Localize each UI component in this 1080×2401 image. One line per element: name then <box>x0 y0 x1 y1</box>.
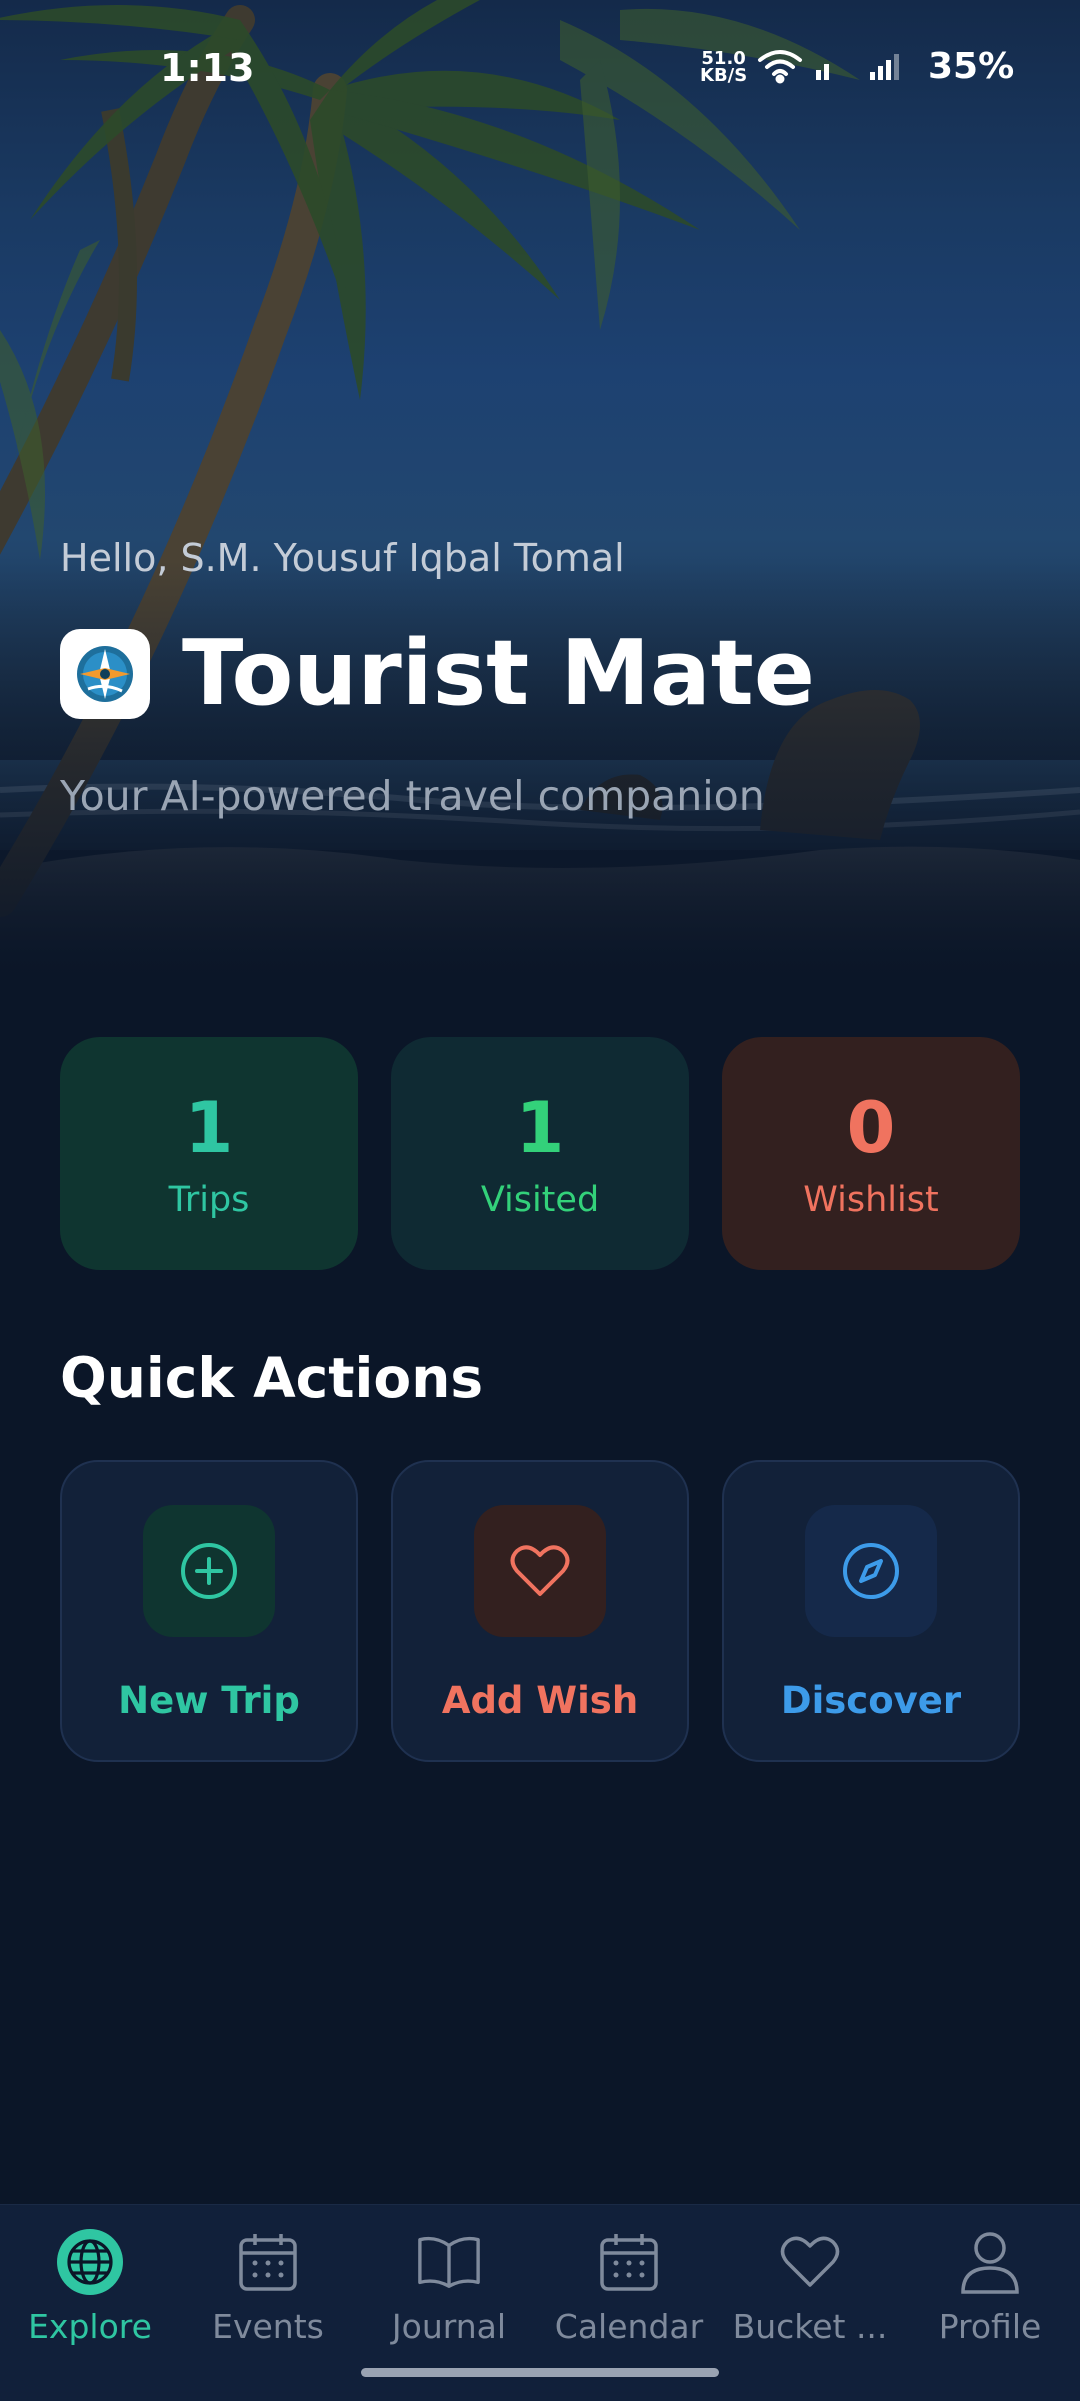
plus-circle-icon <box>143 1505 275 1637</box>
greeting-text: Hello, S.M. Yousuf Iqbal Tomal <box>60 536 625 580</box>
nav-label-explore: Explore <box>28 2307 152 2346</box>
compass-icon <box>805 1505 937 1637</box>
calendar-icon <box>235 2229 301 2295</box>
add-wish-label: Add Wish <box>441 1679 639 1722</box>
app-title: Tourist Mate <box>182 621 815 726</box>
brand-row: Tourist Mate <box>60 624 815 724</box>
stat-card-visited[interactable]: 1 Visited <box>391 1037 689 1270</box>
compass-logo-icon <box>60 629 150 719</box>
stats-row: 1 Trips 1 Visited 0 Wishlist <box>60 1037 1020 1270</box>
battery-level: 35% <box>928 46 1015 87</box>
nav-label-journal: Journal <box>391 2307 507 2346</box>
status-time: 1:13 <box>160 46 255 90</box>
stat-trips-value: 1 <box>184 1086 234 1169</box>
stat-wishlist-value: 0 <box>846 1086 896 1169</box>
stat-visited-label: Visited <box>480 1179 600 1220</box>
network-speed: 51.0 KB/S <box>700 50 748 86</box>
tagline: Your AI-powered travel companion <box>60 772 765 820</box>
nav-label-bucket: Bucket ... <box>732 2307 888 2346</box>
status-icons <box>756 46 916 90</box>
nav-item-journal[interactable]: Journal <box>359 2229 539 2369</box>
network-speed-unit: KB/S <box>700 65 748 86</box>
stat-wishlist-label: Wishlist <box>803 1179 939 1220</box>
quick-actions-grid: New Trip Add Wish Discover <box>60 1460 1020 1762</box>
user-icon <box>957 2229 1023 2295</box>
stat-trips-label: Trips <box>168 1179 250 1220</box>
signal-icon <box>870 54 899 80</box>
nav-item-bucket[interactable]: Bucket ... <box>720 2229 900 2369</box>
nav-label-calendar: Calendar <box>554 2307 704 2346</box>
discover-button[interactable]: Discover <box>722 1460 1020 1762</box>
quick-actions-title: Quick Actions <box>60 1346 484 1410</box>
heart-icon <box>777 2229 843 2295</box>
signal-icon <box>816 64 829 80</box>
nav-label-profile: Profile <box>938 2307 1042 2346</box>
stat-visited-value: 1 <box>515 1086 565 1169</box>
wifi-icon <box>758 50 802 84</box>
home-indicator[interactable] <box>361 2368 719 2377</box>
new-trip-label: New Trip <box>118 1679 300 1722</box>
book-icon <box>416 2229 482 2295</box>
nav-item-profile[interactable]: Profile <box>900 2229 1080 2369</box>
heart-icon <box>474 1505 606 1637</box>
nav-item-events[interactable]: Events <box>178 2229 358 2369</box>
status-bar: 1:13 51.0 KB/S 35% <box>0 0 1080 140</box>
stat-card-trips[interactable]: 1 Trips <box>60 1037 358 1270</box>
new-trip-button[interactable]: New Trip <box>60 1460 358 1762</box>
globe-icon <box>57 2229 123 2295</box>
calendar-icon <box>596 2229 662 2295</box>
add-wish-button[interactable]: Add Wish <box>391 1460 689 1762</box>
nav-label-events: Events <box>212 2307 324 2346</box>
nav-item-explore[interactable]: Explore <box>0 2229 180 2369</box>
stat-card-wishlist[interactable]: 0 Wishlist <box>722 1037 1020 1270</box>
nav-item-calendar[interactable]: Calendar <box>539 2229 719 2369</box>
discover-label: Discover <box>780 1679 962 1722</box>
hero-banner <box>0 0 1080 980</box>
